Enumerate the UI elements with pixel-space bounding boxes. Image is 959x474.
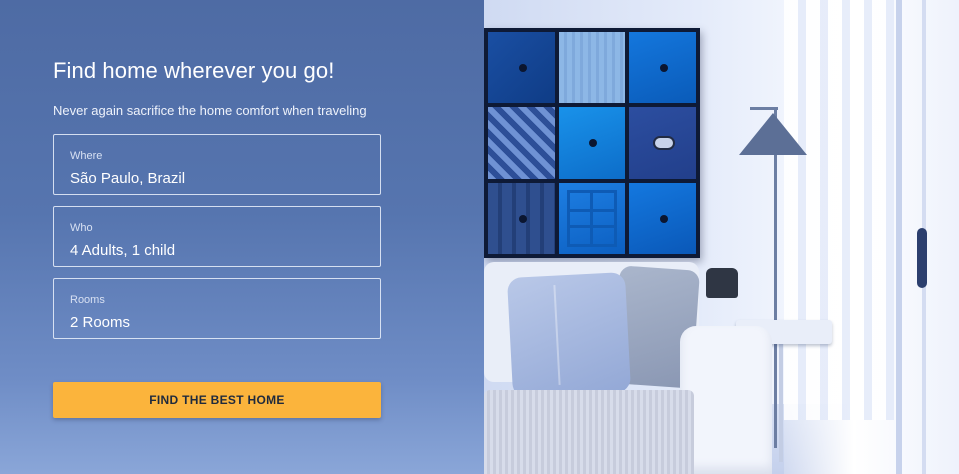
where-label: Where: [70, 150, 103, 162]
photo-wall-painting-doors: [484, 28, 700, 258]
who-field[interactable]: Who 4 Adults, 1 child: [53, 206, 381, 267]
rooms-field[interactable]: Rooms 2 Rooms: [53, 278, 381, 339]
painting-panel: [629, 32, 696, 104]
painting-panel: [558, 182, 626, 254]
page-title: Find home wherever you go!: [53, 58, 335, 83]
where-field[interactable]: Where São Paulo, Brazil: [53, 134, 381, 195]
find-best-home-button[interactable]: FIND THE BEST HOME: [53, 382, 381, 418]
rooms-value[interactable]: 2 Rooms: [70, 314, 364, 331]
page-subtitle: Never again sacrifice the home comfort w…: [53, 103, 367, 118]
door-knob-icon: [659, 64, 668, 73]
rooms-label: Rooms: [70, 294, 105, 306]
who-value[interactable]: 4 Adults, 1 child: [70, 242, 364, 259]
painting-panel: [629, 182, 696, 254]
painting-panel: [488, 182, 555, 254]
painting-panel: [629, 107, 696, 179]
where-value[interactable]: São Paulo, Brazil: [70, 170, 364, 187]
hero-photo-living-room: [484, 0, 959, 474]
door-knob-icon: [518, 214, 527, 223]
photo-door-handle: [917, 228, 927, 288]
door-knob-icon: [518, 64, 527, 73]
who-label: Who: [70, 222, 93, 234]
search-panel: Find home wherever you go! Never again s…: [0, 0, 484, 474]
photo-lamp-shade: [739, 113, 807, 155]
painting-panel: [488, 32, 555, 104]
photo-cushion-blue: [506, 271, 632, 399]
door-handle-icon: [659, 214, 668, 223]
photo-door-frame: [896, 0, 902, 474]
door-panels-icon: [566, 189, 618, 247]
painting-panel: [558, 32, 626, 104]
photo-speaker: [706, 268, 738, 298]
photo-side-table-leg: [779, 344, 783, 462]
door-knocker-icon: [589, 139, 598, 148]
painting-panel: [488, 107, 555, 179]
photo-lamp-pole: [774, 108, 777, 448]
door-plate-icon: [653, 135, 676, 150]
painting-panel: [558, 107, 626, 179]
photo-curtain: [784, 0, 894, 420]
photo-blanket: [484, 390, 694, 474]
